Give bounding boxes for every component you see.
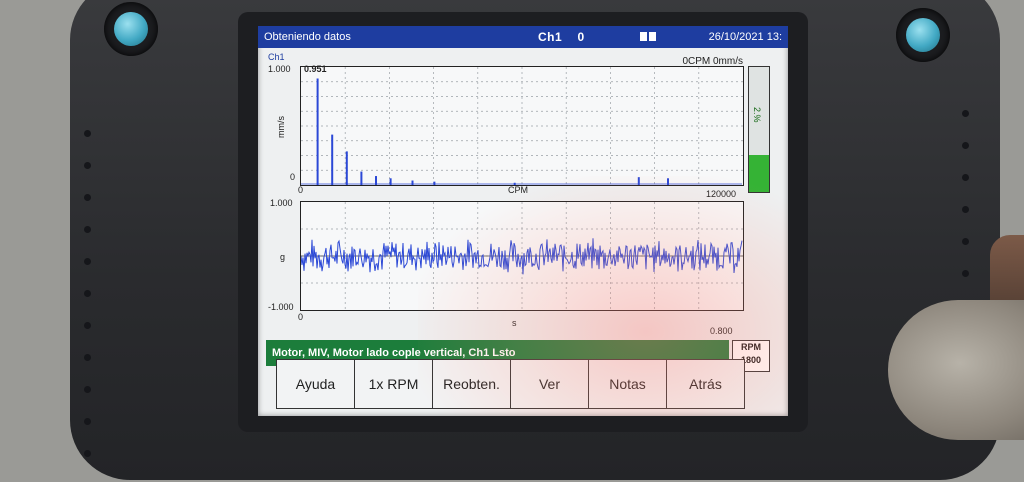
waveform-xlabel: s	[512, 318, 517, 328]
level-gauge: 2.%	[748, 66, 770, 193]
title-bar: Obteniendo datos Ch1 0 26/10/2021 13:	[258, 26, 788, 48]
battery-icon	[640, 32, 666, 42]
datetime: 26/10/2021 13:	[708, 31, 782, 43]
softkey-ver[interactable]: Ver	[510, 359, 589, 409]
spectrum-peak-value: 0.951	[304, 64, 327, 74]
left-grip-dots	[84, 130, 92, 482]
spectrum-svg	[301, 67, 743, 185]
spectrum-xlabel: CPM	[508, 185, 528, 195]
channel-indicator: Ch1 0	[538, 30, 585, 44]
spectrum-ymax: 1.000	[268, 64, 291, 74]
waveform-ymin: -1.000	[268, 302, 294, 312]
left-knob-cap-icon	[114, 12, 148, 46]
gauge-fill	[749, 154, 769, 192]
status-text: Obteniendo datos	[264, 31, 351, 43]
spectrum-ymin: 0	[290, 172, 296, 182]
waveform-ymax: 1.000	[270, 198, 293, 208]
waveform-xmax: 0.800	[710, 326, 733, 336]
channel-name: Ch1	[538, 30, 563, 44]
spectrum-channel-tag: Ch1	[268, 52, 285, 62]
waveform-xmin: 0	[298, 312, 304, 322]
softkey-notas[interactable]: Notas	[588, 359, 667, 409]
waveform-plot[interactable]	[300, 201, 744, 311]
channel-value: 0	[577, 30, 585, 44]
softkey-ayuda[interactable]: Ayuda	[276, 359, 355, 409]
waveform-svg	[300, 202, 743, 310]
spectrum-yunit: mm/s	[276, 116, 286, 138]
softkey-row: Ayuda 1x RPM Reobten. Ver Notas Atrás	[276, 359, 750, 409]
spectrum-plot[interactable]	[300, 66, 744, 186]
spectrum-xmin: 0	[298, 185, 304, 195]
measurement-point-text: Motor, MIV, Motor lado cople vertical, C…	[272, 347, 516, 359]
gauge-label: 2.%	[752, 107, 762, 123]
softkey-atras[interactable]: Atrás	[666, 359, 745, 409]
spectrum-xmax: 120000	[706, 189, 737, 199]
left-power-knob[interactable]	[104, 2, 158, 56]
softkey-1x-rpm[interactable]: 1x RPM	[354, 359, 433, 409]
device-screen: Obteniendo datos Ch1 0 26/10/2021 13: Ch…	[258, 26, 788, 416]
softkey-reobten[interactable]: Reobten.	[432, 359, 511, 409]
gloved-finger	[888, 300, 1024, 440]
waveform-yunit: g	[280, 252, 286, 262]
rpm-label: RPM	[741, 342, 761, 352]
right-knob-cap-icon	[906, 18, 940, 52]
right-enter-knob[interactable]	[896, 8, 950, 62]
